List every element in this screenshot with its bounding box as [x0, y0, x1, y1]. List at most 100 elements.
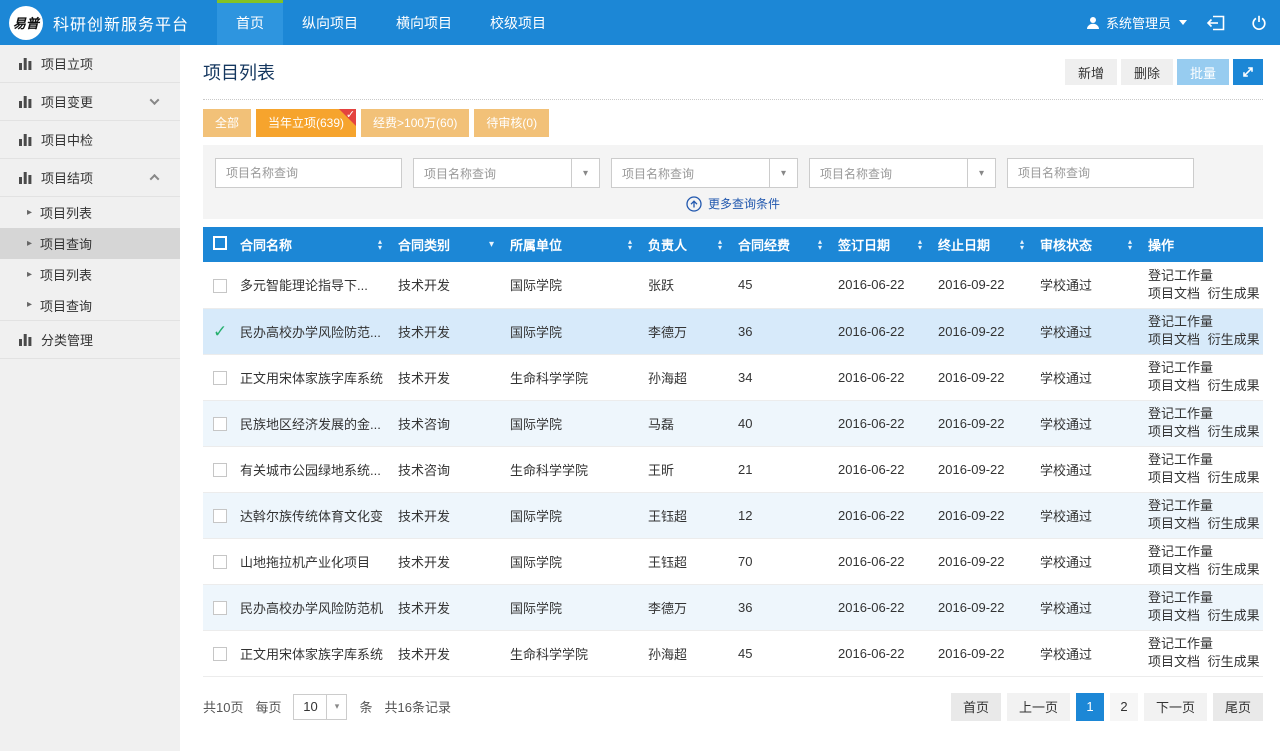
- sort-icon[interactable]: ▴▾: [1020, 239, 1024, 251]
- row-checkbox[interactable]: [213, 279, 227, 293]
- sidebar-item[interactable]: ▸ 项目查询: [0, 228, 180, 259]
- column-header[interactable]: 终止日期 ▴▾ ▾: [938, 227, 1040, 262]
- table-row[interactable]: ✓ 多元智能理论指导下... 技术开发 国际学院 张跃 45 2016-06-2…: [203, 262, 1263, 308]
- derived-results-link[interactable]: 衍生成果: [1208, 654, 1260, 669]
- project-docs-link[interactable]: 项目文档: [1148, 378, 1200, 393]
- derived-results-link[interactable]: 衍生成果: [1208, 516, 1260, 531]
- search-input[interactable]: [216, 159, 401, 187]
- register-workload-link[interactable]: 登记工作量: [1148, 314, 1213, 329]
- more-conditions-link[interactable]: 更多查询条件: [215, 188, 1251, 215]
- derived-results-link[interactable]: 衍生成果: [1208, 562, 1260, 577]
- sort-icon[interactable]: ▴▾: [918, 239, 922, 251]
- table-row[interactable]: ✓ 民办高校办学风险防范机 技术开发 国际学院 李德万 36 2016-06-2…: [203, 584, 1263, 630]
- register-workload-link[interactable]: 登记工作量: [1148, 544, 1213, 559]
- table-row[interactable]: ✓ 有关城市公园绿地系统... 技术咨询 生命科学学院 王昕 21 2016-0…: [203, 446, 1263, 492]
- project-docs-link[interactable]: 项目文档: [1148, 424, 1200, 439]
- page-number-button[interactable]: 2: [1110, 693, 1138, 721]
- column-header[interactable]: 合同经费 ▴▾ ▾: [738, 227, 838, 262]
- derived-results-link[interactable]: 衍生成果: [1208, 424, 1260, 439]
- sidebar-item[interactable]: ▸ 项目列表: [0, 197, 180, 228]
- sidebar-item[interactable]: ▸ 项目列表: [0, 259, 180, 290]
- next-page-button[interactable]: 下一页: [1144, 693, 1207, 721]
- derived-results-link[interactable]: 衍生成果: [1208, 286, 1260, 301]
- sort-icon[interactable]: ▴▾: [378, 239, 382, 251]
- row-checkbox[interactable]: [213, 463, 227, 477]
- project-docs-link[interactable]: 项目文档: [1148, 516, 1200, 531]
- derived-results-link[interactable]: 衍生成果: [1208, 470, 1260, 485]
- add-button[interactable]: 新增: [1065, 59, 1117, 85]
- user-menu[interactable]: 系统管理员: [1080, 13, 1193, 32]
- table-row[interactable]: ✓ 民族地区经济发展的金... 技术咨询 国际学院 马磊 40 2016-06-…: [203, 400, 1263, 446]
- sidebar-item[interactable]: ▸ 项目结项: [0, 159, 180, 197]
- column-header[interactable]: 合同类别 ▴▾ ▾: [398, 227, 510, 262]
- column-header[interactable]: 所属单位 ▴▾ ▾: [510, 227, 648, 262]
- register-workload-link[interactable]: 登记工作量: [1148, 498, 1213, 513]
- page-number-button[interactable]: 1: [1076, 693, 1104, 721]
- search-input[interactable]: [1008, 159, 1193, 187]
- last-page-button[interactable]: 尾页: [1213, 693, 1263, 721]
- column-header[interactable]: 审核状态 ▴▾ ▾: [1040, 227, 1148, 262]
- column-header[interactable]: 签订日期 ▴▾ ▾: [838, 227, 938, 262]
- nav-tab[interactable]: 首页: [217, 0, 283, 45]
- row-checkbox[interactable]: [213, 555, 227, 569]
- nav-tab[interactable]: 纵向项目: [283, 0, 377, 45]
- register-workload-link[interactable]: 登记工作量: [1148, 268, 1213, 283]
- search-select[interactable]: 项目名称查询 ▾: [612, 159, 797, 187]
- derived-results-link[interactable]: 衍生成果: [1208, 378, 1260, 393]
- register-workload-link[interactable]: 登记工作量: [1148, 406, 1213, 421]
- delete-button[interactable]: 删除: [1121, 59, 1173, 85]
- project-docs-link[interactable]: 项目文档: [1148, 332, 1200, 347]
- project-docs-link[interactable]: 项目文档: [1148, 654, 1200, 669]
- column-header[interactable]: 负责人 ▴▾ ▾: [648, 227, 738, 262]
- row-checkbox[interactable]: [213, 417, 227, 431]
- search-select[interactable]: 项目名称查询 ▾: [810, 159, 995, 187]
- filter-tab[interactable]: 全部: [203, 109, 251, 137]
- row-checkbox[interactable]: [213, 371, 227, 385]
- logout-button[interactable]: [1193, 0, 1238, 45]
- project-docs-link[interactable]: 项目文档: [1148, 562, 1200, 577]
- table-row[interactable]: ✓ 达斡尔族传统体育文化变 技术开发 国际学院 王钰超 12 2016-06-2…: [203, 492, 1263, 538]
- project-docs-link[interactable]: 项目文档: [1148, 470, 1200, 485]
- derived-results-link[interactable]: 衍生成果: [1208, 608, 1260, 623]
- cell-status: 学校通过: [1040, 630, 1148, 676]
- search-select[interactable]: 项目名称查询 ▾: [414, 159, 599, 187]
- table-row[interactable]: ✓ 民办高校办学风险防范... 技术开发 国际学院 李德万 36 2016-06…: [203, 308, 1263, 354]
- table-row[interactable]: ✓ 正文用宋体家族字库系统 技术开发 生命科学学院 孙海超 45 2016-06…: [203, 630, 1263, 676]
- table-row[interactable]: ✓ 正文用宋体家族字库系统 技术开发 生命科学学院 孙海超 34 2016-06…: [203, 354, 1263, 400]
- sort-icon[interactable]: ▴▾: [1128, 239, 1132, 251]
- row-checkbox[interactable]: [213, 647, 227, 661]
- project-docs-link[interactable]: 项目文档: [1148, 286, 1200, 301]
- nav-tab[interactable]: 校级项目: [471, 0, 565, 45]
- prev-page-button[interactable]: 上一页: [1007, 693, 1070, 721]
- sort-icon[interactable]: ▴▾: [718, 239, 722, 251]
- sidebar-item[interactable]: ▸ 项目变更: [0, 83, 180, 121]
- project-docs-link[interactable]: 项目文档: [1148, 608, 1200, 623]
- register-workload-link[interactable]: 登记工作量: [1148, 452, 1213, 467]
- sort-icon[interactable]: ▴▾: [628, 239, 632, 251]
- sidebar-item[interactable]: ▸ 分类管理: [0, 321, 180, 359]
- row-checkbox[interactable]: [213, 509, 227, 523]
- column-header[interactable]: 操作 ▴▾ ▾: [1148, 227, 1263, 262]
- derived-results-link[interactable]: 衍生成果: [1208, 332, 1260, 347]
- select-all-checkbox[interactable]: [213, 236, 227, 250]
- per-page-select[interactable]: 10 ▾: [293, 694, 347, 720]
- sort-icon[interactable]: ▴▾: [818, 239, 822, 251]
- register-workload-link[interactable]: 登记工作量: [1148, 590, 1213, 605]
- register-workload-link[interactable]: 登记工作量: [1148, 636, 1213, 651]
- column-header[interactable]: 合同名称 ▴▾ ▾: [240, 227, 398, 262]
- filter-tab[interactable]: 经费>100万(60): [361, 109, 469, 137]
- register-workload-link[interactable]: 登记工作量: [1148, 360, 1213, 375]
- expand-button[interactable]: [1233, 59, 1263, 85]
- filter-dropdown-icon[interactable]: ▾: [489, 239, 494, 250]
- sidebar-item[interactable]: ▸ 项目查询: [0, 290, 180, 321]
- filter-tab[interactable]: 当年立项(639): [256, 109, 356, 137]
- row-checkbox[interactable]: [213, 601, 227, 615]
- batch-button[interactable]: 批量: [1177, 59, 1229, 85]
- table-row[interactable]: ✓ 山地拖拉机产业化项目 技术开发 国际学院 王钰超 70 2016-06-22…: [203, 538, 1263, 584]
- sidebar-item[interactable]: ▸ 项目立项: [0, 45, 180, 83]
- power-button[interactable]: [1238, 0, 1280, 45]
- filter-tab[interactable]: 待审核(0): [474, 109, 549, 137]
- nav-tab[interactable]: 横向项目: [377, 0, 471, 45]
- sidebar-item[interactable]: ▸ 项目中检: [0, 121, 180, 159]
- first-page-button[interactable]: 首页: [951, 693, 1001, 721]
